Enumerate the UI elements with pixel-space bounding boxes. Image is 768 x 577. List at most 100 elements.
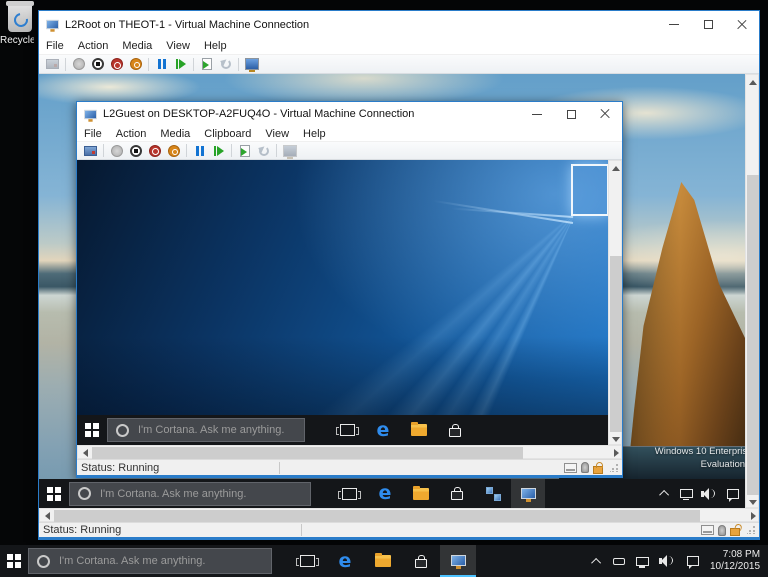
inner-menu-clipboard[interactable]: Clipboard [197, 127, 258, 141]
resize-grip[interactable] [747, 526, 755, 534]
scrollbar-thumb[interactable] [54, 510, 700, 522]
device-icon [613, 558, 625, 565]
host-store-button[interactable] [402, 545, 440, 577]
scroll-left-button[interactable] [78, 446, 92, 460]
root-task-view-button[interactable] [331, 479, 367, 508]
guest-edge-button[interactable]: e [365, 415, 401, 445]
root-vmconnect-button[interactable] [511, 479, 545, 508]
scroll-down-button[interactable] [746, 495, 760, 509]
outer-menu-help[interactable]: Help [197, 39, 234, 53]
clock-time: 7:08 PM [710, 549, 760, 561]
host-tray-action-center[interactable] [680, 545, 706, 577]
guest-search-box[interactable]: I'm Cortana. Ask me anything. [107, 418, 305, 442]
save-vm-button[interactable] [126, 56, 145, 72]
file-explorer-icon [411, 424, 427, 436]
root-tray-volume[interactable] [697, 479, 721, 508]
root-tray-chevron[interactable] [655, 479, 675, 508]
guest-store-button[interactable] [437, 415, 473, 445]
start-vm-button[interactable] [107, 143, 126, 159]
guest-start-button[interactable] [77, 415, 107, 445]
edge-icon: e [339, 552, 352, 571]
enhanced-session-button[interactable] [280, 143, 299, 159]
inner-menu-help[interactable]: Help [296, 127, 333, 141]
root-tray-network[interactable] [675, 479, 697, 508]
fingerprint-status-icon [718, 525, 726, 536]
outer-maximize-button[interactable] [691, 11, 725, 38]
pause-icon [158, 59, 166, 69]
inner-menu-view[interactable]: View [258, 127, 296, 141]
host-clock[interactable]: 7:08 PM 10/12/2015 [706, 545, 768, 577]
checkpoint-button[interactable] [235, 143, 254, 159]
pause-button[interactable] [190, 143, 209, 159]
inner-menu-media[interactable]: Media [153, 127, 197, 141]
scroll-left-button[interactable] [40, 509, 54, 523]
root-start-button[interactable] [39, 479, 69, 508]
scroll-up-button[interactable] [746, 75, 760, 89]
recycle-bin[interactable]: Recycle [0, 4, 38, 46]
revert-button[interactable] [254, 143, 273, 159]
pause-button[interactable] [152, 56, 171, 72]
ctrl-alt-del-icon [46, 59, 59, 69]
root-search-box[interactable]: I'm Cortana. Ask me anything. [69, 482, 311, 506]
inner-vertical-scrollbar[interactable] [608, 160, 622, 445]
guest-task-view-button[interactable] [329, 415, 365, 445]
scrollbar-thumb[interactable] [610, 256, 622, 432]
shut-down-button[interactable] [145, 143, 164, 159]
inner-close-button[interactable] [588, 102, 622, 126]
outer-menu-view[interactable]: View [159, 39, 197, 53]
host-task-view-button[interactable] [288, 545, 326, 577]
inner-minimize-button[interactable] [520, 102, 554, 126]
root-file-explorer-button[interactable] [403, 479, 439, 508]
root-hyperv-manager-button[interactable] [475, 479, 511, 508]
scrollbar-thumb[interactable] [747, 175, 759, 495]
shut-down-button[interactable] [107, 56, 126, 72]
scrollbar-thumb[interactable] [92, 447, 523, 459]
turn-off-button[interactable] [88, 56, 107, 72]
reset-button[interactable] [171, 56, 190, 72]
revert-button[interactable] [216, 56, 235, 72]
outer-minimize-button[interactable] [657, 11, 691, 38]
inner-menu-action[interactable]: Action [109, 127, 154, 141]
ctrl-alt-del-button[interactable] [81, 143, 100, 159]
root-store-button[interactable] [439, 479, 475, 508]
save-vm-button[interactable] [164, 143, 183, 159]
outer-vertical-scrollbar[interactable] [745, 74, 759, 508]
host-vmconnect-button[interactable] [440, 545, 476, 577]
outer-titlebar[interactable]: L2Root on THEOT-1 - Virtual Machine Conn… [39, 11, 759, 38]
inner-titlebar[interactable]: L2Guest on DESKTOP-A2FUQ4O - Virtual Mac… [77, 102, 622, 126]
root-tray-action-center[interactable] [721, 479, 745, 508]
enhanced-session-button[interactable] [242, 56, 261, 72]
outer-vm-viewport: Windows 10 Enterprise In Evaluation cop … [39, 74, 745, 508]
guest-file-explorer-button[interactable] [401, 415, 437, 445]
shut-down-icon [111, 58, 123, 70]
outer-close-button[interactable] [725, 11, 759, 38]
scroll-right-button[interactable] [746, 509, 760, 523]
host-file-explorer-button[interactable] [364, 545, 402, 577]
inner-menu-file[interactable]: File [77, 127, 109, 141]
scroll-up-button[interactable] [609, 161, 623, 175]
ctrl-alt-del-button[interactable] [43, 56, 62, 72]
resize-grip[interactable] [610, 464, 618, 472]
root-taskbar: I'm Cortana. Ask me anything. e [39, 479, 745, 508]
cortana-icon [78, 487, 91, 500]
scroll-down-button[interactable] [609, 432, 623, 446]
checkpoint-button[interactable] [197, 56, 216, 72]
start-vm-button[interactable] [69, 56, 88, 72]
outer-menu-file[interactable]: File [39, 39, 71, 53]
outer-horizontal-scrollbar[interactable] [39, 508, 759, 522]
host-search-box[interactable]: I'm Cortana. Ask me anything. [28, 548, 272, 574]
scroll-right-button[interactable] [609, 446, 623, 460]
host-tray-network[interactable] [630, 545, 654, 577]
turn-off-button[interactable] [126, 143, 145, 159]
inner-maximize-button[interactable] [554, 102, 588, 126]
outer-menu-media[interactable]: Media [115, 39, 159, 53]
host-tray-chevron[interactable] [586, 545, 608, 577]
root-edge-button[interactable]: e [367, 479, 403, 508]
host-start-button[interactable] [0, 545, 28, 577]
host-tray-device[interactable] [608, 545, 630, 577]
inner-horizontal-scrollbar[interactable] [77, 445, 622, 459]
reset-button[interactable] [209, 143, 228, 159]
outer-menu-action[interactable]: Action [71, 39, 116, 53]
host-tray-volume[interactable] [654, 545, 680, 577]
host-edge-button[interactable]: e [326, 545, 364, 577]
